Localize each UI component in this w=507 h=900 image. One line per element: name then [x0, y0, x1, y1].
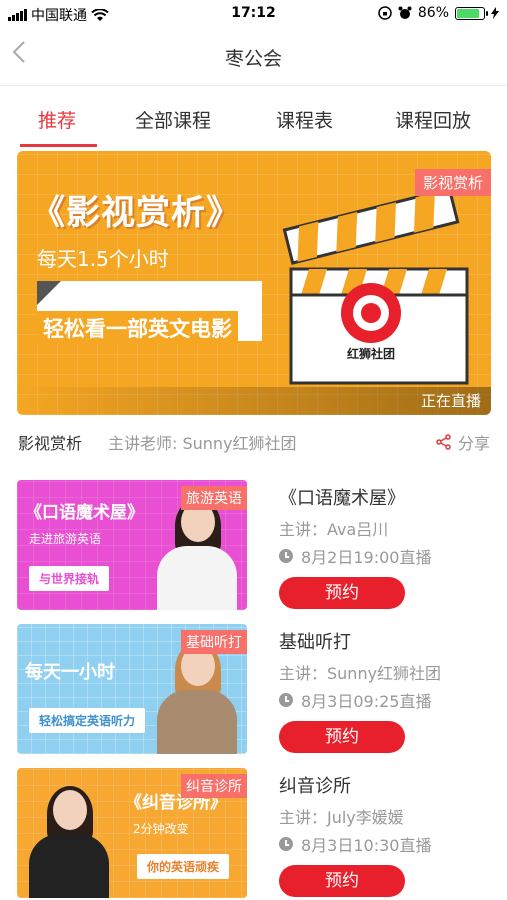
tab-recommend[interactable]: 推荐 — [38, 106, 76, 146]
thumb-slogan: 与世界接轨 — [29, 566, 110, 591]
live-status-bar: 正在直播 — [17, 387, 491, 415]
status-bar: 中国联通 17:12 86% — [0, 0, 507, 28]
course-lecturer: 主讲：Sunny红狮社团 — [279, 664, 442, 683]
featured-course-name: 影视赏析 — [18, 434, 83, 453]
tab-bar: 推荐 全部课程 课程表 课程回放 — [0, 96, 507, 146]
share-icon — [436, 434, 451, 450]
thumb-subtitle: 走进旅游英语 — [29, 532, 102, 546]
course-info: 纠音诊所 主讲：July李媛媛 8月3日10:30直播 预约 — [279, 768, 491, 898]
course-tag: 基础听打 — [181, 630, 247, 654]
thumb-slogan: 你的英语顽疾 — [137, 854, 230, 879]
tab-replay[interactable]: 课程回放 — [395, 106, 471, 146]
course-tag: 旅游英语 — [181, 486, 247, 510]
reserve-button[interactable]: 预约 — [279, 721, 405, 753]
page-title: 枣公会 — [224, 48, 282, 70]
alarm-icon — [398, 6, 412, 19]
course-name: 纠音诊所 — [279, 776, 351, 797]
banner-logo-name: 红狮社团 — [347, 347, 396, 361]
thumb-title: 每天一小时 — [25, 662, 115, 683]
course-name: 《口语魔术屋》 — [279, 488, 405, 509]
course-tag: 纠音诊所 — [181, 774, 247, 798]
featured-info-row: 影视赏析 主讲老师: Sunny红狮社团 分享 — [18, 428, 490, 454]
status-right: 86% — [378, 5, 499, 21]
banner-highlight: 轻松看一部英文电影 — [37, 311, 238, 345]
clock-icon — [279, 693, 293, 707]
nav-bar: 枣公会 — [0, 28, 507, 86]
course-item: 《口语魔术屋》 走进旅游英语 与世界接轨 旅游英语 《口语魔术屋》 主讲：Ava… — [17, 480, 491, 610]
charging-icon — [491, 7, 499, 19]
course-info: 《口语魔术屋》 主讲：Ava吕川 8月2日19:00直播 预约 — [279, 480, 491, 610]
reserve-button[interactable]: 预约 — [279, 865, 405, 897]
course-thumbnail[interactable]: 《口语魔术屋》 走进旅游英语 与世界接轨 旅游英语 — [17, 480, 247, 610]
share-label: 分享 — [457, 434, 490, 453]
teacher-photo — [29, 786, 109, 898]
course-time: 8月2日19:00直播 — [301, 548, 432, 567]
course-time-row: 8月3日09:25直播 — [279, 688, 431, 712]
course-info: 基础听打 主讲：Sunny红狮社团 8月3日09:25直播 预约 — [279, 624, 491, 754]
course-time: 8月3日09:25直播 — [301, 692, 432, 711]
share-button[interactable]: 分享 — [436, 430, 490, 454]
course-lecturer: 主讲：Ava吕川 — [279, 520, 389, 539]
course-item: 《纠音诊所》 2分钟改变 你的英语顽疾 纠音诊所 纠音诊所 主讲：July李媛媛… — [17, 768, 491, 898]
course-time: 8月3日10:30直播 — [301, 836, 432, 855]
orientation-lock-icon — [378, 6, 392, 20]
banner-tag: 影视赏析 — [414, 169, 491, 196]
banner-subtitle: 每天1.5个小时 — [37, 247, 169, 271]
featured-teacher: 主讲老师: Sunny红狮社团 — [108, 434, 297, 453]
thumb-subtitle: 2分钟改变 — [133, 822, 189, 836]
battery-icon — [455, 6, 488, 20]
thumb-slogan: 轻松搞定英语听力 — [29, 708, 146, 733]
course-lecturer: 主讲：July李媛媛 — [279, 808, 404, 827]
reserve-button[interactable]: 预约 — [279, 577, 405, 609]
tab-schedule[interactable]: 课程表 — [276, 106, 333, 146]
live-status-label: 正在直播 — [420, 392, 481, 410]
course-item: 每天一小时 轻松搞定英语听力 基础听打 基础听打 主讲：Sunny红狮社团 8月… — [17, 624, 491, 754]
battery-percent: 86% — [417, 5, 449, 21]
teacher-photo — [157, 642, 237, 754]
thumb-title: 《口语魔术屋》 — [25, 503, 144, 523]
course-thumbnail[interactable]: 《纠音诊所》 2分钟改变 你的英语顽疾 纠音诊所 — [17, 768, 247, 898]
course-thumbnail[interactable]: 每天一小时 轻松搞定英语听力 基础听打 — [17, 624, 247, 754]
banner-title: 《影视赏析》 — [31, 193, 241, 233]
active-tab-indicator — [20, 144, 97, 147]
clock-icon — [279, 837, 293, 851]
featured-banner[interactable]: 《影视赏析》 每天1.5个小时 轻松看一部英文电影 红狮社团 影视赏析 正在直播 — [17, 151, 491, 415]
teacher-photo — [157, 498, 237, 610]
course-time-row: 8月2日19:00直播 — [279, 544, 431, 568]
course-name: 基础听打 — [279, 632, 351, 653]
clock-icon — [279, 549, 293, 563]
tab-all-courses[interactable]: 全部课程 — [135, 106, 211, 146]
course-time-row: 8月3日10:30直播 — [279, 832, 431, 856]
